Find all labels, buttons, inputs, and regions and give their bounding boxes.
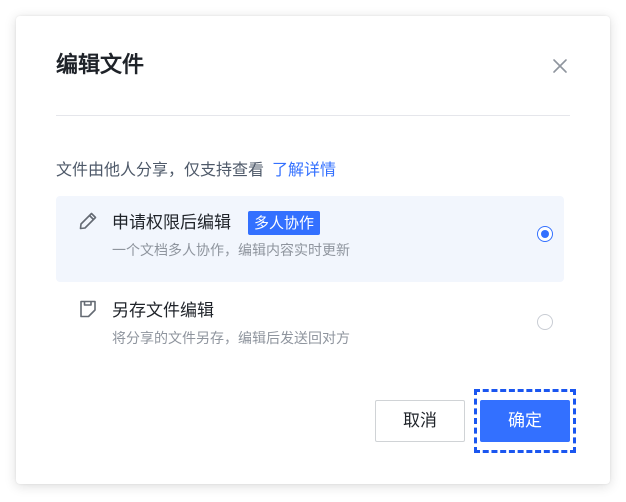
option-save-copy[interactable]: 另存文件编辑 将分享的文件另存，编辑后发送回对方 <box>56 284 564 370</box>
dialog-title: 编辑文件 <box>56 53 145 78</box>
header-divider <box>56 115 570 116</box>
save-copy-icon <box>77 298 99 320</box>
confirm-button[interactable]: 确定 <box>480 400 570 442</box>
collaboration-badge: 多人协作 <box>248 211 321 235</box>
learn-more-link[interactable]: 了解详情 <box>272 160 336 179</box>
edit-file-dialog: 编辑文件 文件由他人分享，仅支持查看 了解详情 申请权限后编辑 多人协作 一个文档… <box>16 16 610 484</box>
cancel-button[interactable]: 取消 <box>375 400 465 442</box>
radio-unselected[interactable] <box>537 314 553 330</box>
option-request-permission[interactable]: 申请权限后编辑 多人协作 一个文档多人协作，编辑内容实时更新 <box>56 196 564 282</box>
info-text: 文件由他人分享，仅支持查看 <box>56 160 265 179</box>
option-title: 申请权限后编辑 <box>112 213 231 233</box>
radio-selected[interactable] <box>537 226 553 242</box>
option-title: 另存文件编辑 <box>112 301 214 321</box>
close-icon[interactable] <box>548 54 572 78</box>
option-description: 一个文档多人协作，编辑内容实时更新 <box>112 243 350 259</box>
option-description: 将分享的文件另存，编辑后发送回对方 <box>112 331 350 347</box>
pencil-icon <box>77 210 99 232</box>
info-line: 文件由他人分享，仅支持查看 了解详情 <box>56 159 336 181</box>
